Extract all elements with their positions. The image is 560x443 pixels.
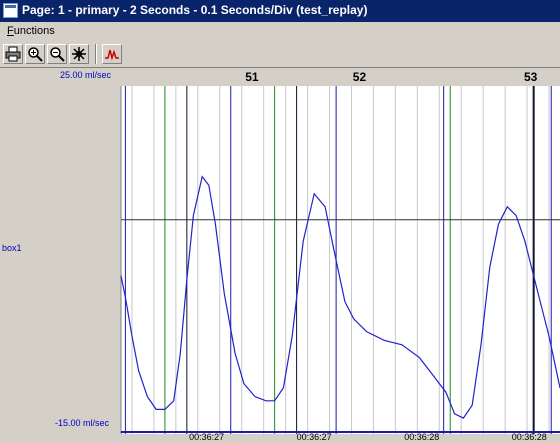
settings-button[interactable]	[69, 44, 89, 64]
window-titlebar[interactable]: Page: 1 - primary - 2 Seconds - 0.1 Seco…	[0, 0, 560, 22]
beat-label: 51	[245, 70, 259, 84]
toolbar-separator	[95, 44, 97, 64]
zoom-in-button[interactable]	[25, 44, 45, 64]
waveform-icon	[105, 49, 119, 61]
menu-functions[interactable]: Functions	[7, 25, 55, 37]
settings-icon	[72, 47, 86, 61]
time-label: 00:36:27	[297, 432, 332, 442]
waveform-button[interactable]	[102, 44, 122, 64]
zoom-out-button[interactable]	[47, 44, 67, 64]
beat-label: 52	[353, 70, 367, 84]
window-icon	[3, 3, 18, 18]
print-button[interactable]	[3, 44, 23, 64]
window-title: Page: 1 - primary - 2 Seconds - 0.1 Seco…	[22, 3, 368, 17]
toolbar	[0, 41, 560, 68]
menu-bar: Functions	[0, 22, 560, 41]
time-label: 00:36:28	[512, 432, 547, 442]
printer-icon	[5, 46, 21, 62]
plot-area: 25.00 ml/sec box1 -15.00 ml/sec 51 52 53 00…	[0, 68, 560, 443]
beat-label: 53	[524, 70, 538, 84]
zoom-in-icon	[28, 47, 43, 62]
time-label: 00:36:27	[189, 432, 224, 442]
time-label: 00:36:28	[404, 432, 439, 442]
waveform-chart[interactable]: 51 52 53 00:36:27 00:36:27 00:36:28 00:36:28	[0, 68, 560, 443]
zoom-out-icon	[50, 47, 65, 62]
